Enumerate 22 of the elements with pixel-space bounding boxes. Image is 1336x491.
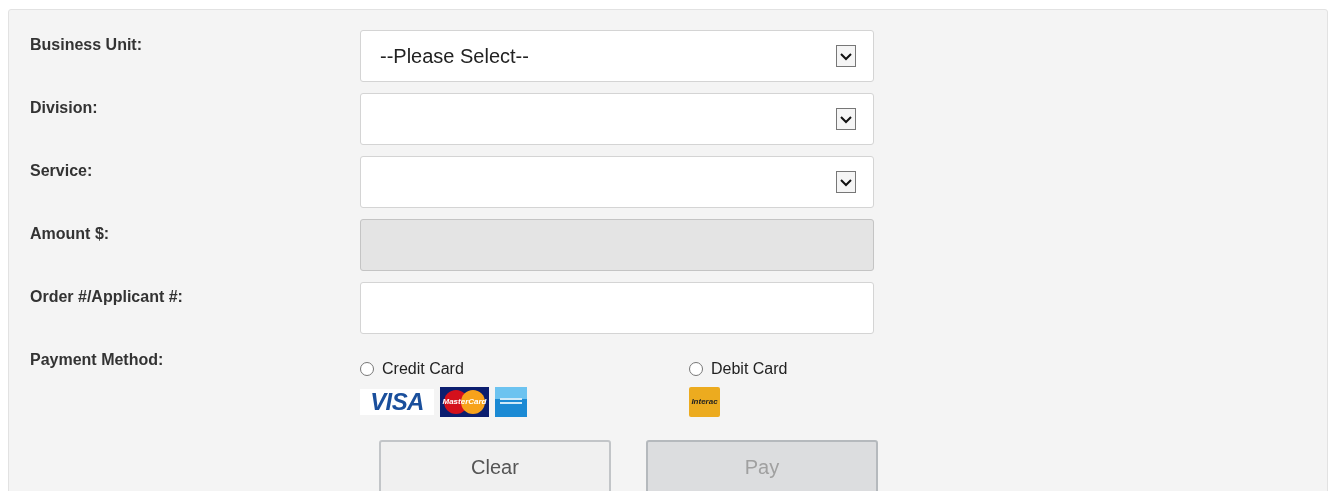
- text-field[interactable]: [360, 282, 874, 334]
- amex-logo: [495, 387, 527, 417]
- radio-button[interactable]: [689, 362, 703, 376]
- radio-label: Debit Card: [711, 359, 788, 379]
- caret-icon: [836, 171, 856, 193]
- field-label: Service:: [30, 161, 94, 181]
- dropdown[interactable]: [360, 156, 874, 208]
- radio-label: Credit Card: [382, 359, 464, 379]
- field-label: Division:: [30, 98, 99, 118]
- caret-icon: [836, 108, 856, 130]
- dropdown-value: --Please Select--: [380, 44, 529, 69]
- field-label: Payment Method:: [30, 350, 165, 370]
- visa-logo: VISA: [360, 389, 434, 415]
- field-label: Amount $:: [30, 224, 111, 244]
- form-button[interactable]: Clear: [379, 440, 611, 491]
- caret-icon: [836, 45, 856, 67]
- dropdown[interactable]: [360, 93, 874, 145]
- field-label: Business Unit:: [30, 35, 143, 55]
- radio-button[interactable]: [360, 362, 374, 376]
- interac-logo: Interac: [689, 387, 720, 417]
- dropdown[interactable]: --Please Select--: [360, 30, 874, 82]
- field-label: Order #/Applicant #:: [30, 287, 184, 307]
